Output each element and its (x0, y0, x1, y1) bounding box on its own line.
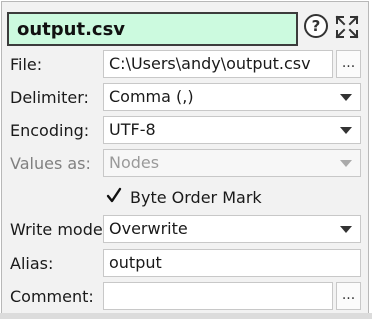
encoding-label: Encoding: (10, 121, 90, 140)
comment-browse-button[interactable]: ... (336, 282, 361, 310)
encoding-select[interactable]: UTF-8 (103, 116, 361, 144)
chevron-down-icon (340, 94, 352, 101)
chevron-down-icon (340, 127, 352, 134)
delimiter-label: Delimiter: (10, 88, 89, 107)
write-mode-label: Write mode: (10, 220, 109, 239)
delimiter-select[interactable]: Comma (,) (103, 83, 361, 111)
byte-order-mark-checkbox[interactable] (106, 187, 122, 205)
node-title: output.csv (17, 19, 126, 40)
comment-label: Comment: (10, 287, 94, 306)
values-as-value: Nodes (109, 153, 160, 172)
output-properties-panel: output.csv ? File: C:\Users\andy\output.… (1, 1, 369, 314)
expand-icon[interactable] (334, 14, 360, 40)
values-as-select: Nodes (103, 149, 361, 177)
delimiter-value: Comma (,) (109, 87, 194, 106)
encoding-value: UTF-8 (109, 120, 156, 139)
checkmark-icon (106, 187, 122, 203)
write-mode-value: Overwrite (109, 219, 188, 238)
file-path-input[interactable]: C:\Users\andy\output.csv (103, 50, 333, 78)
comment-input[interactable] (103, 282, 333, 310)
byte-order-mark-label: Byte Order Mark (130, 188, 262, 207)
chevron-down-icon (340, 160, 352, 167)
chevron-down-icon (340, 226, 352, 233)
background-strip (0, 313, 372, 319)
help-icon[interactable]: ? (304, 14, 328, 38)
file-browse-button[interactable]: ... (336, 50, 361, 78)
values-as-label: Values as: (10, 154, 91, 173)
node-title-field[interactable]: output.csv (7, 12, 298, 46)
file-label: File: (10, 55, 43, 74)
alias-label: Alias: (10, 254, 54, 273)
write-mode-select[interactable]: Overwrite (103, 215, 361, 243)
alias-input[interactable]: output (103, 249, 361, 277)
